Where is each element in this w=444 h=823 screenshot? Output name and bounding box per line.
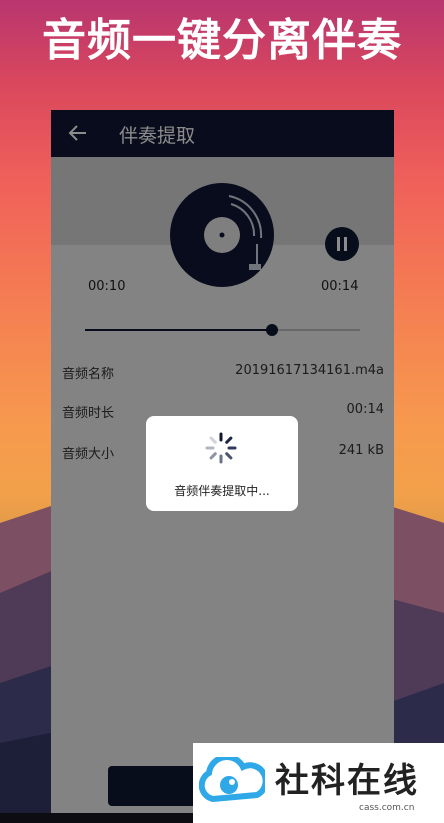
- loading-text: 音频伴奏提取中...: [174, 484, 270, 498]
- app-screen: 伴奏提取 00:10 00:14 音频名称 20191617134161.m4a…: [51, 110, 394, 823]
- loading-dialog: 音频伴奏提取中...: [146, 416, 298, 511]
- watermark-domain: cass.com.cn: [359, 803, 415, 813]
- poster-headline: 音频一键分离伴奏: [42, 15, 402, 66]
- loading-spinner-icon: [205, 432, 237, 464]
- watermark-brand: 社科在线: [275, 761, 419, 801]
- watermark: 社科在线 cass.com.cn: [193, 743, 444, 823]
- cloud-eye-logo-icon: [199, 757, 265, 803]
